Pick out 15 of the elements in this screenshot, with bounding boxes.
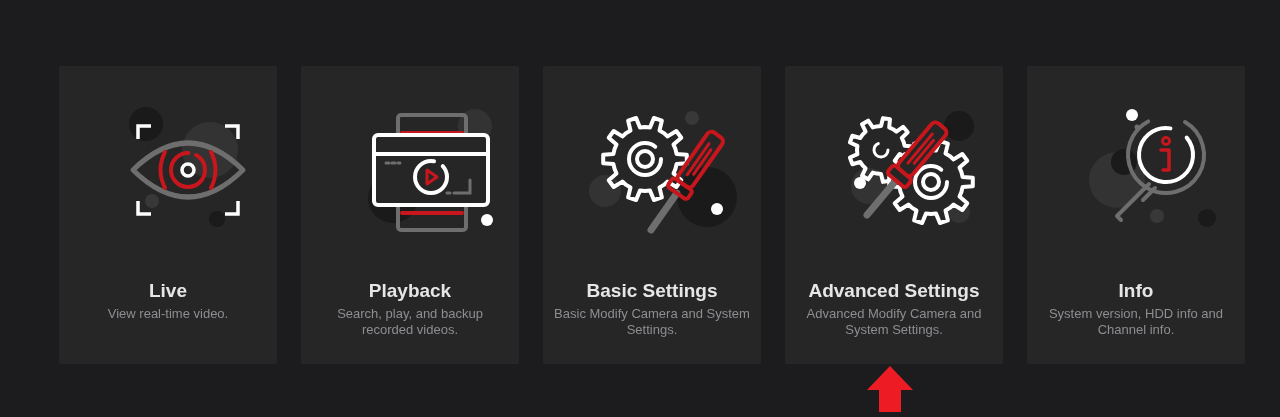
card-description: System version, HDD info and Channel info. bbox=[1047, 306, 1225, 338]
card-description: Search, play, and backup recorded videos. bbox=[336, 306, 484, 338]
card-title: Info bbox=[1118, 280, 1154, 302]
card-title: Advanced Settings bbox=[808, 280, 980, 302]
menu-card[interactable]: Playback Search, play, and backup recorded videos. bbox=[301, 66, 519, 364]
card-title: Live bbox=[149, 280, 187, 302]
menu-card[interactable]: Advanced Settings Advanced Modify Camera and System Settings. bbox=[785, 66, 1003, 364]
card-title: Playback bbox=[368, 280, 452, 302]
card-description: View real-time video. bbox=[107, 306, 229, 322]
card-title: Basic Settings bbox=[586, 280, 718, 302]
card-description: Advanced Modify Camera and System Settings. bbox=[805, 306, 983, 338]
menu-card[interactable]: Info System version, HDD info and Channel info. bbox=[1027, 66, 1245, 364]
menu-card[interactable]: Live View real-time video. bbox=[59, 66, 277, 364]
card-description: Basic Modify Camera and System Settings. bbox=[553, 306, 751, 338]
menu-card[interactable]: Basic Settings Basic Modify Camera and System Settings. bbox=[543, 66, 761, 364]
